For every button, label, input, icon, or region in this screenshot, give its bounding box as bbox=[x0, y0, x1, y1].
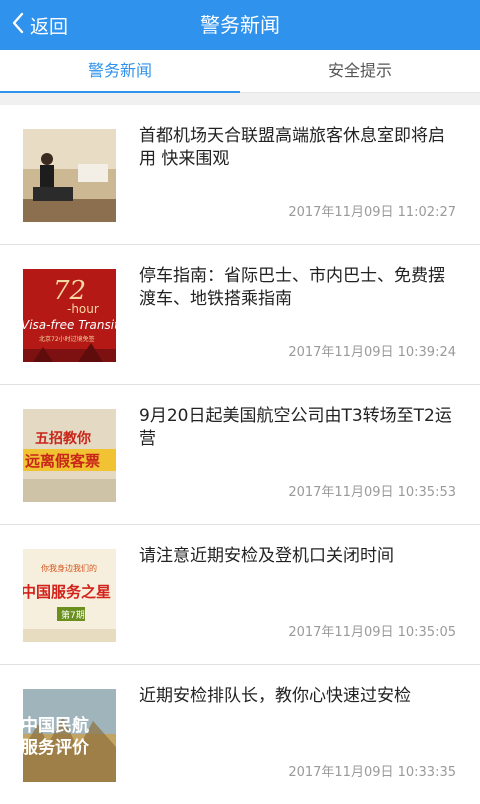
news-timestamp: 2017年11月09日 10:39:24 bbox=[288, 345, 456, 360]
news-thumbnail bbox=[23, 129, 116, 222]
news-thumbnail: 72 -hour Visa-free Transit 北京72小时过境免签 bbox=[23, 269, 116, 362]
app-header: 返回 警务新闻 bbox=[0, 0, 480, 50]
news-title: 停车指南：省际巴士、市内巴士、免费摆渡车、地铁搭乘指南 bbox=[139, 266, 445, 309]
page-title: 警务新闻 bbox=[200, 13, 280, 37]
thumb-text-hour: -hour bbox=[67, 302, 99, 316]
tab-safety-tips[interactable]: 安全提示 bbox=[240, 50, 480, 92]
news-title: 请注意近期安检及登机口关闭时间 bbox=[139, 546, 394, 566]
thumb-text-line2: 远离假客票 bbox=[25, 452, 100, 470]
list-item[interactable]: 五招教你 远离假客票 9月20日起美国航空公司由T3转场至T2运营 2017年1… bbox=[0, 385, 480, 525]
tab-bar: 警务新闻 安全提示 bbox=[0, 50, 480, 93]
news-thumbnail: 五招教你 远离假客票 bbox=[23, 409, 116, 502]
news-timestamp: 2017年11月09日 10:35:53 bbox=[288, 485, 456, 500]
tab-police-news[interactable]: 警务新闻 bbox=[0, 50, 240, 93]
divider bbox=[0, 93, 480, 105]
thumb-text-sub: 北京72小时过境免签 bbox=[39, 335, 95, 343]
news-timestamp: 2017年11月09日 11:02:27 bbox=[288, 205, 456, 220]
list-item[interactable]: 首都机场天合联盟高端旅客休息室即将启用 快来围观 2017年11月09日 11:… bbox=[0, 105, 480, 245]
news-title: 9月20日起美国航空公司由T3转场至T2运营 bbox=[139, 406, 452, 449]
thumb-text-line1: 你我身边我们的 bbox=[41, 563, 97, 573]
list-item[interactable]: 你我身边我们的 中国服务之星 第7期 请注意近期安检及登机口关闭时间 2017年… bbox=[0, 525, 480, 665]
news-thumbnail: 中国民航 服务评价 bbox=[23, 689, 116, 782]
thumb-text-line2: 中国服务之星 bbox=[23, 583, 111, 601]
thumb-text-line2: 服务评价 bbox=[23, 737, 90, 758]
news-timestamp: 2017年11月09日 10:33:35 bbox=[288, 765, 456, 780]
news-list: 首都机场天合联盟高端旅客休息室即将启用 快来围观 2017年11月09日 11:… bbox=[0, 105, 480, 804]
thumb-text-line1: 中国民航 bbox=[23, 715, 89, 736]
list-item[interactable]: 72 -hour Visa-free Transit 北京72小时过境免签 停车… bbox=[0, 245, 480, 385]
news-title: 首都机场天合联盟高端旅客休息室即将启用 快来围观 bbox=[139, 126, 445, 169]
thumb-text-badge: 第7期 bbox=[61, 609, 85, 621]
news-thumbnail: 你我身边我们的 中国服务之星 第7期 bbox=[23, 549, 116, 642]
thumb-text-visa: Visa-free Transit bbox=[23, 318, 116, 332]
news-timestamp: 2017年11月09日 10:35:05 bbox=[288, 625, 456, 640]
news-title: 近期安检排队长，教你心快速过安检 bbox=[139, 686, 411, 706]
thumb-text-line1: 五招教你 bbox=[35, 430, 91, 447]
list-item[interactable]: 中国民航 服务评价 近期安检排队长，教你心快速过安检 2017年11月09日 1… bbox=[0, 665, 480, 804]
